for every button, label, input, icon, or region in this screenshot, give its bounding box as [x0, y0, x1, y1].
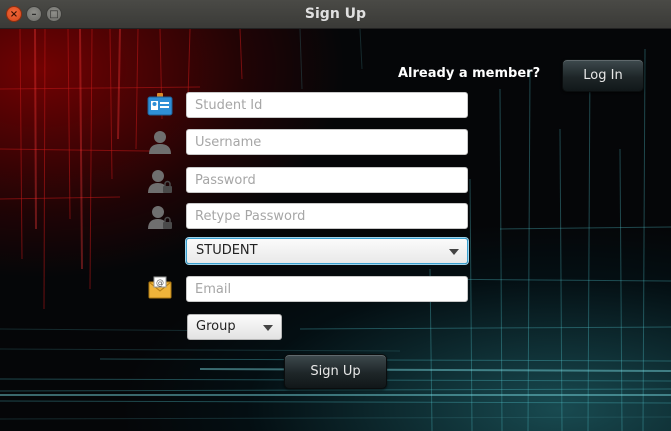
- password-input[interactable]: [186, 167, 468, 193]
- email-icon: @: [146, 274, 174, 302]
- chevron-down-icon: [449, 249, 459, 255]
- role-select-value: STUDENT: [196, 243, 258, 258]
- group-select[interactable]: Group: [187, 314, 282, 340]
- role-select[interactable]: STUDENT: [186, 238, 468, 264]
- sign-up-window: × – □ Sign Up Already a member? Log In S…: [0, 0, 671, 431]
- id-card-icon: [146, 91, 174, 119]
- already-member-label: Already a member?: [398, 66, 541, 81]
- chevron-down-icon: [263, 325, 273, 331]
- user-lock-icon: [146, 203, 174, 231]
- login-button[interactable]: Log In: [562, 59, 644, 92]
- user-icon: [146, 128, 174, 156]
- username-input[interactable]: [186, 129, 468, 155]
- retype-password-input[interactable]: [186, 203, 468, 229]
- svg-text:@: @: [156, 278, 164, 287]
- sign-up-button[interactable]: Sign Up: [284, 354, 387, 389]
- email-input[interactable]: [186, 276, 468, 302]
- window-title: Sign Up: [304, 6, 367, 22]
- group-select-value: Group: [196, 319, 236, 334]
- student-id-input[interactable]: [186, 92, 468, 118]
- title-bar: × – □ Sign Up: [0, 0, 671, 29]
- user-lock-icon: [146, 167, 174, 195]
